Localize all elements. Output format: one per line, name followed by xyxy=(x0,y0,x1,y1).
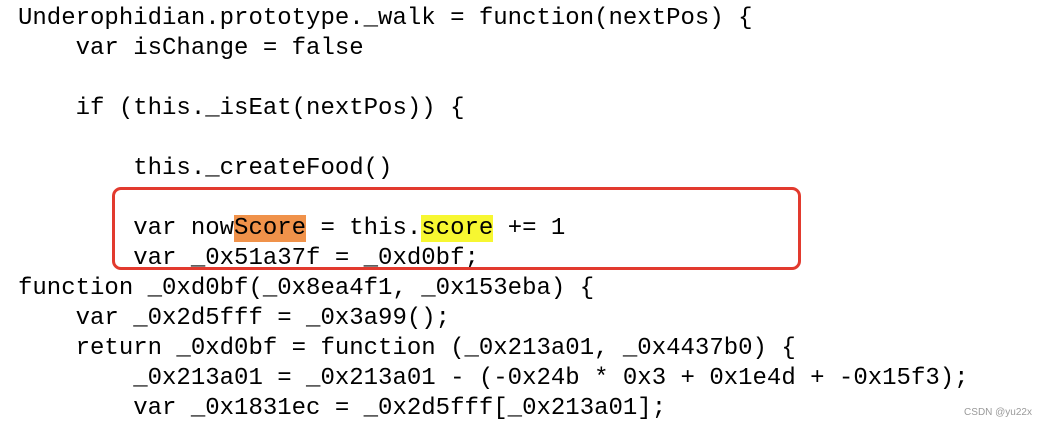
code-line-11: var _0x2d5fff = _0x3a99(); xyxy=(18,305,451,332)
code-line-14: var _0x1831ec = _0x2d5fff[_0x213a01]; xyxy=(18,395,667,422)
code-line-12: return _0xd0bf = function (_0x213a01, _0… xyxy=(18,335,796,362)
code-line-10: function _0xd0bf(_0x8ea4f1, _0x153eba) { xyxy=(18,275,595,302)
code-line-13: _0x213a01 = _0x213a01 - (-0x24b * 0x3 + … xyxy=(18,365,969,392)
code-line-6: this._createFood() xyxy=(18,155,393,182)
code-line-4: if (this._isEat(nextPos)) { xyxy=(18,95,465,122)
watermark: CSDN @yu22x xyxy=(964,407,1032,418)
code-line-2: var isChange = false xyxy=(18,35,364,62)
red-annotation-box xyxy=(112,187,801,270)
code-line-1: Underophidian.prototype._walk = function… xyxy=(18,5,753,32)
